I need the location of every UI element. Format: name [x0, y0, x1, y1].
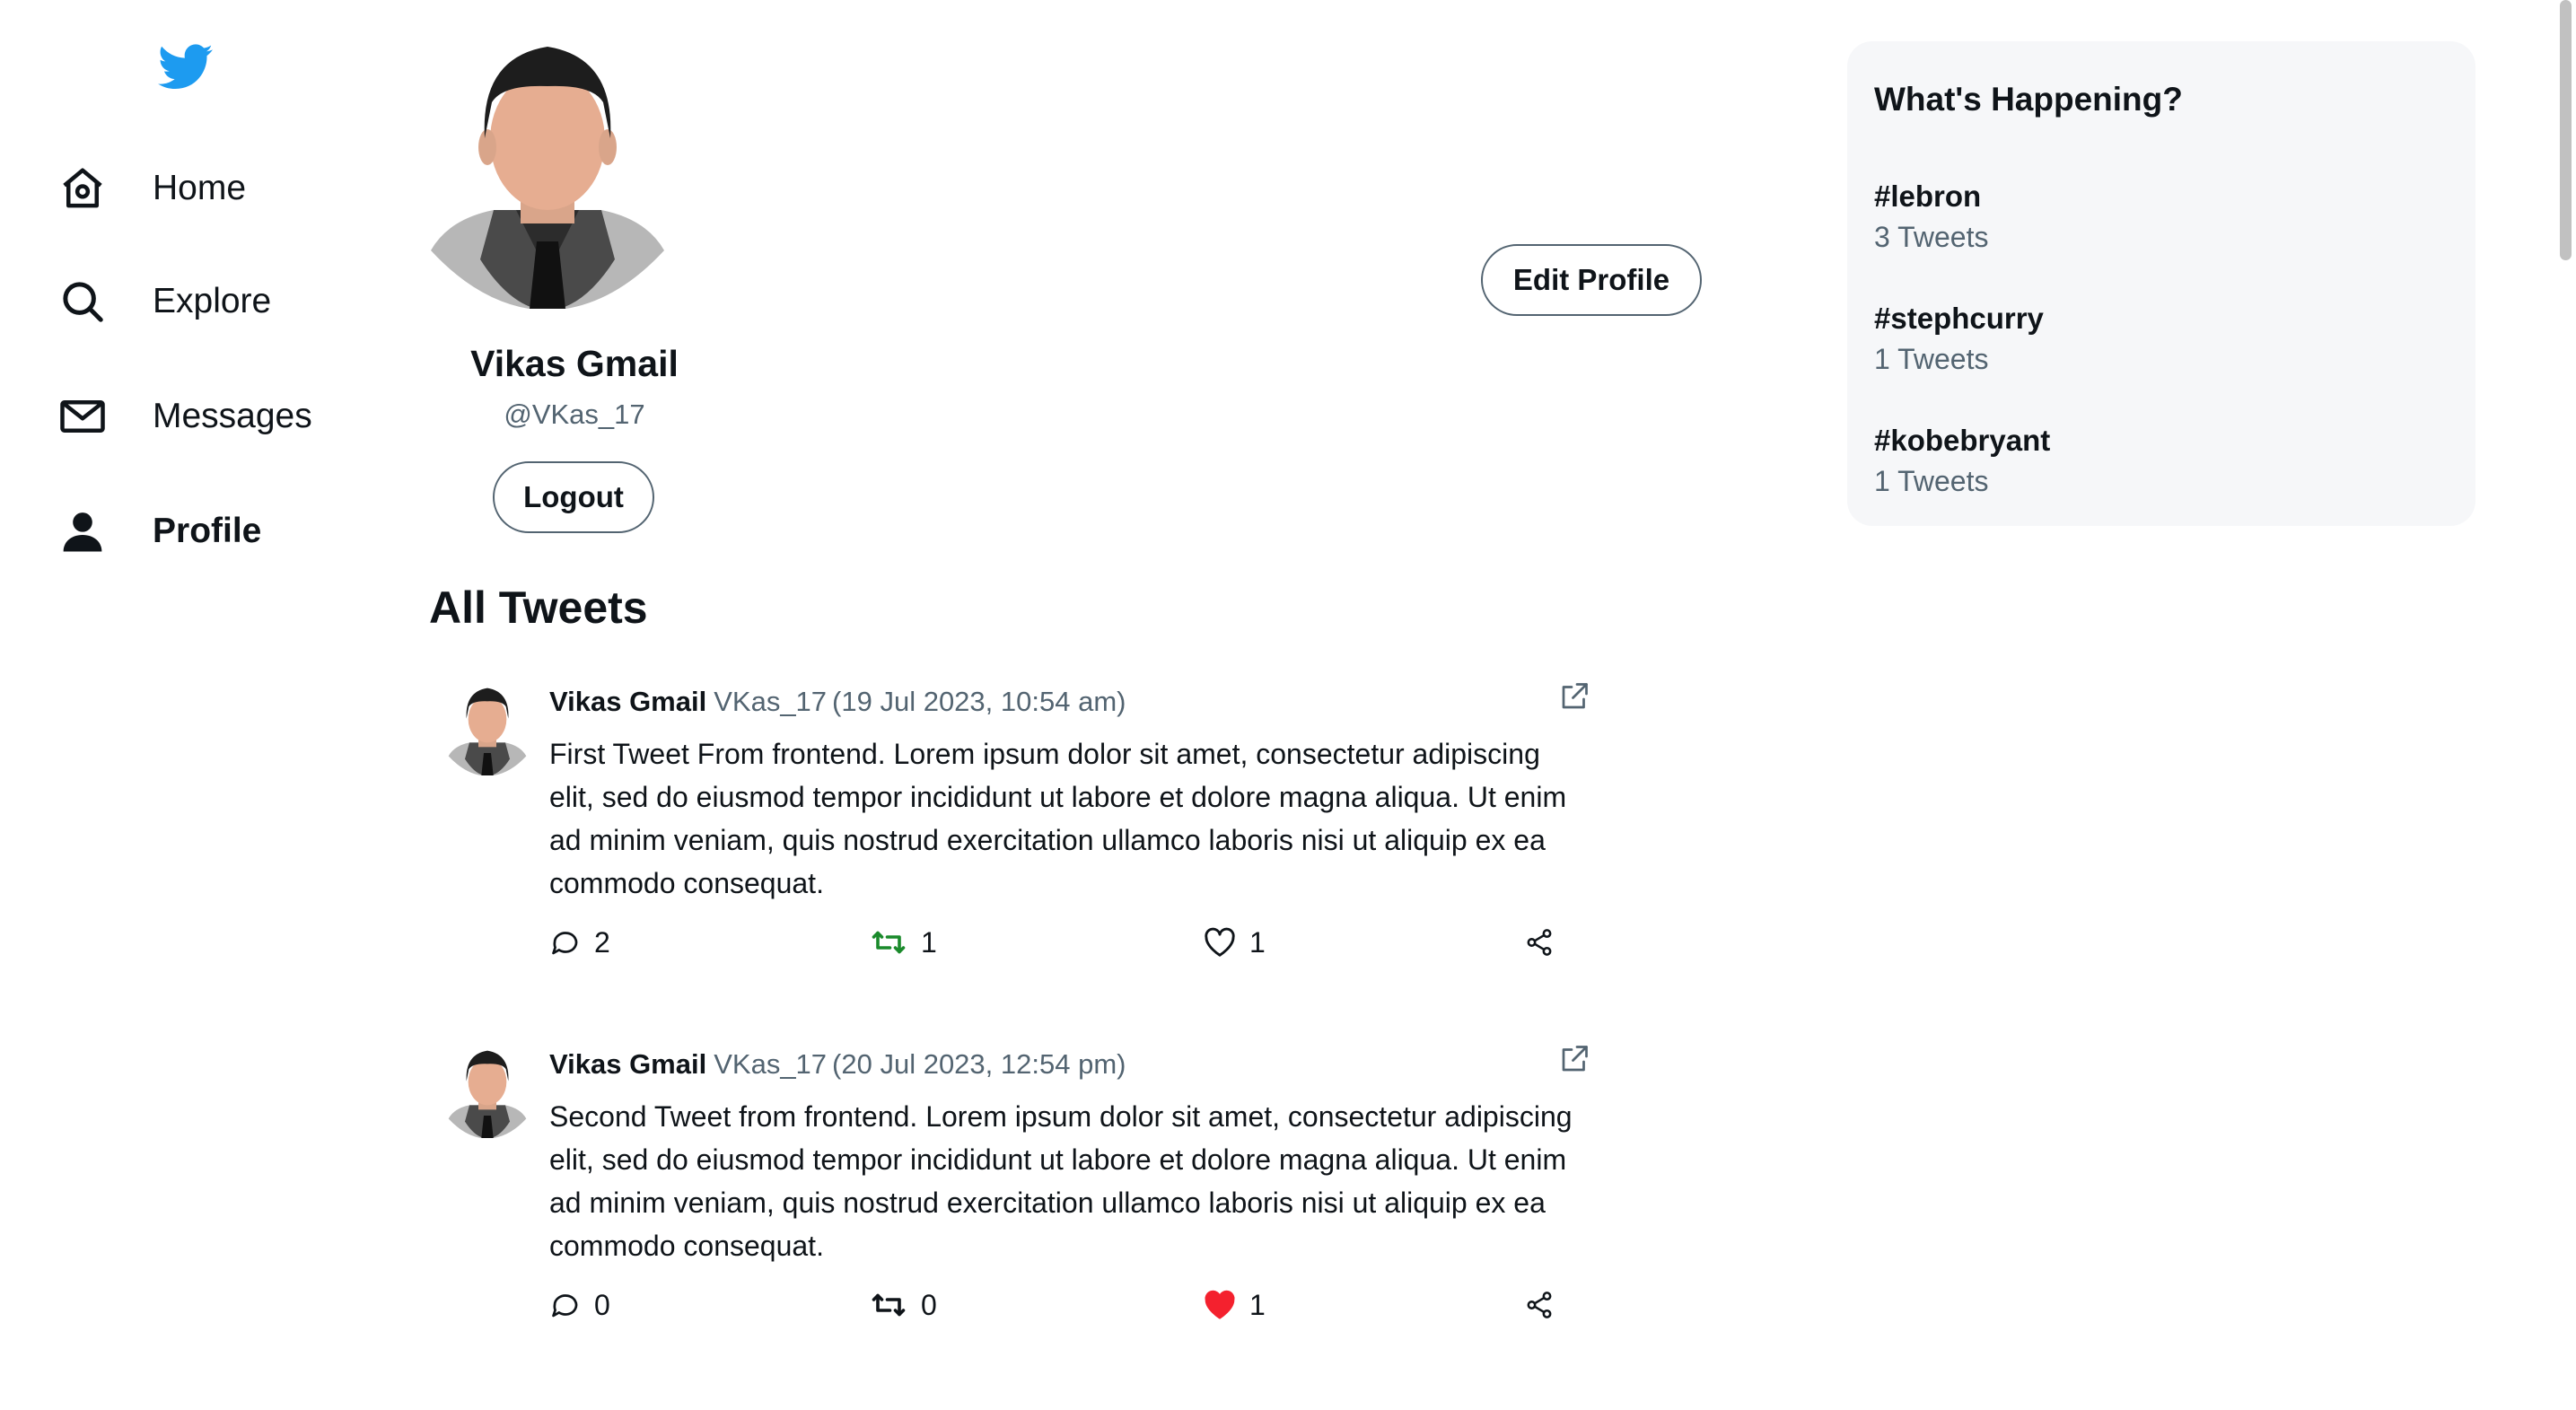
home-icon	[57, 163, 108, 214]
tweet-text: Second Tweet from frontend. Lorem ipsum …	[549, 1100, 1573, 1262]
trend-count: 1 Tweets	[1874, 343, 1989, 375]
user-icon	[57, 506, 108, 556]
nav-item-explore[interactable]: Explore	[57, 266, 381, 337]
tweet-avatar[interactable]	[447, 1048, 528, 1139]
nav-label-explore: Explore	[153, 282, 272, 320]
reply-count: 0	[594, 1288, 610, 1321]
tweet-author[interactable]: Vikas Gmail	[549, 686, 706, 717]
trend-item[interactable]: #lebron 3 Tweets	[1874, 180, 1988, 254]
tweet-timestamp: (20 Jul 2023, 12:54 pm)	[832, 1048, 1126, 1080]
retweet-icon	[869, 1289, 908, 1321]
edit-profile-button[interactable]: Edit Profile	[1481, 244, 1702, 316]
tweet-handle[interactable]: VKas_17	[714, 1048, 827, 1080]
reply-icon	[549, 926, 582, 959]
nav-item-home[interactable]: Home	[57, 153, 381, 224]
share-icon	[1524, 927, 1555, 958]
tweet-header: Vikas Gmail VKas_17 (19 Jul 2023, 10:54 am…	[549, 686, 1126, 718]
share-icon	[1524, 1290, 1555, 1320]
all-tweets-heading: All Tweets	[429, 582, 648, 633]
tweet-card: Vikas Gmail VKas_17 (20 Jul 2023, 12:54 pm…	[447, 1046, 1614, 1336]
reply-button[interactable]: 0	[549, 1283, 610, 1327]
main-column: Vikas Gmail @VKas_17 Logout Edit Profile…	[395, 0, 1723, 1410]
heart-filled-icon	[1203, 1289, 1237, 1321]
share-button[interactable]	[1524, 1283, 1555, 1327]
trend-count: 1 Tweets	[1874, 465, 1989, 497]
nav-label-messages: Messages	[153, 397, 312, 435]
retweet-button[interactable]: 0	[869, 1283, 937, 1327]
page: Home Explore Messages Profile Vikas Gmai…	[0, 0, 2576, 1410]
tweet-actions: 0 0 1	[549, 1283, 1599, 1327]
profile-handle: @VKas_17	[504, 398, 645, 430]
trends-panel: What's Happening? #lebron 3 Tweets #step…	[1847, 41, 2475, 526]
profile-name: Vikas Gmail	[470, 343, 679, 384]
sidebar: Home Explore Messages Profile	[0, 0, 395, 1410]
tweet-author[interactable]: Vikas Gmail	[549, 1048, 706, 1080]
like-button[interactable]: 1	[1203, 921, 1266, 964]
trends-title: What's Happening?	[1874, 81, 2183, 118]
heart-icon	[1203, 926, 1237, 959]
retweet-button[interactable]: 1	[869, 921, 937, 964]
tweet-avatar[interactable]	[447, 686, 528, 776]
profile-avatar	[431, 39, 664, 311]
open-external-icon[interactable]	[1558, 680, 1590, 713]
twitter-bird-icon[interactable]	[158, 43, 214, 92]
retweet-count: 1	[921, 925, 937, 959]
share-button[interactable]	[1524, 921, 1555, 964]
nav-item-profile[interactable]: Profile	[57, 495, 381, 567]
retweet-icon	[869, 926, 908, 959]
nav-item-messages[interactable]: Messages	[57, 381, 381, 452]
logout-button[interactable]: Logout	[493, 461, 654, 533]
reply-count: 2	[594, 925, 610, 959]
reply-button[interactable]: 2	[549, 921, 610, 964]
like-button[interactable]: 1	[1203, 1283, 1266, 1327]
tweet-timestamp: (19 Jul 2023, 10:54 am)	[832, 686, 1126, 717]
trend-item[interactable]: #stephcurry 1 Tweets	[1874, 302, 2044, 376]
nav-label-home: Home	[153, 169, 247, 207]
retweet-count: 0	[921, 1288, 937, 1321]
nav-label-profile: Profile	[153, 512, 262, 550]
open-external-icon[interactable]	[1558, 1043, 1590, 1075]
scrollbar-thumb[interactable]	[2560, 0, 2572, 260]
tweet-actions: 2 1 1	[549, 921, 1599, 964]
reply-icon	[549, 1289, 582, 1321]
mail-icon	[57, 391, 108, 442]
tweet-header: Vikas Gmail VKas_17 (20 Jul 2023, 12:54 pm…	[549, 1048, 1126, 1081]
tweet-text: First Tweet From frontend. Lorem ipsum d…	[549, 738, 1567, 899]
search-icon	[57, 276, 108, 327]
tweet-handle[interactable]: VKas_17	[714, 686, 827, 717]
trend-item[interactable]: #kobebryant 1 Tweets	[1874, 424, 2050, 498]
trend-tag: #stephcurry	[1874, 302, 2044, 335]
trend-tag: #lebron	[1874, 180, 1982, 213]
trend-count: 3 Tweets	[1874, 221, 1989, 253]
like-count: 1	[1249, 925, 1266, 959]
tweet-card: Vikas Gmail VKas_17 (19 Jul 2023, 10:54 am…	[447, 683, 1614, 973]
trend-tag: #kobebryant	[1874, 424, 2051, 457]
like-count: 1	[1249, 1288, 1266, 1321]
scrollbar[interactable]	[2556, 0, 2576, 1410]
